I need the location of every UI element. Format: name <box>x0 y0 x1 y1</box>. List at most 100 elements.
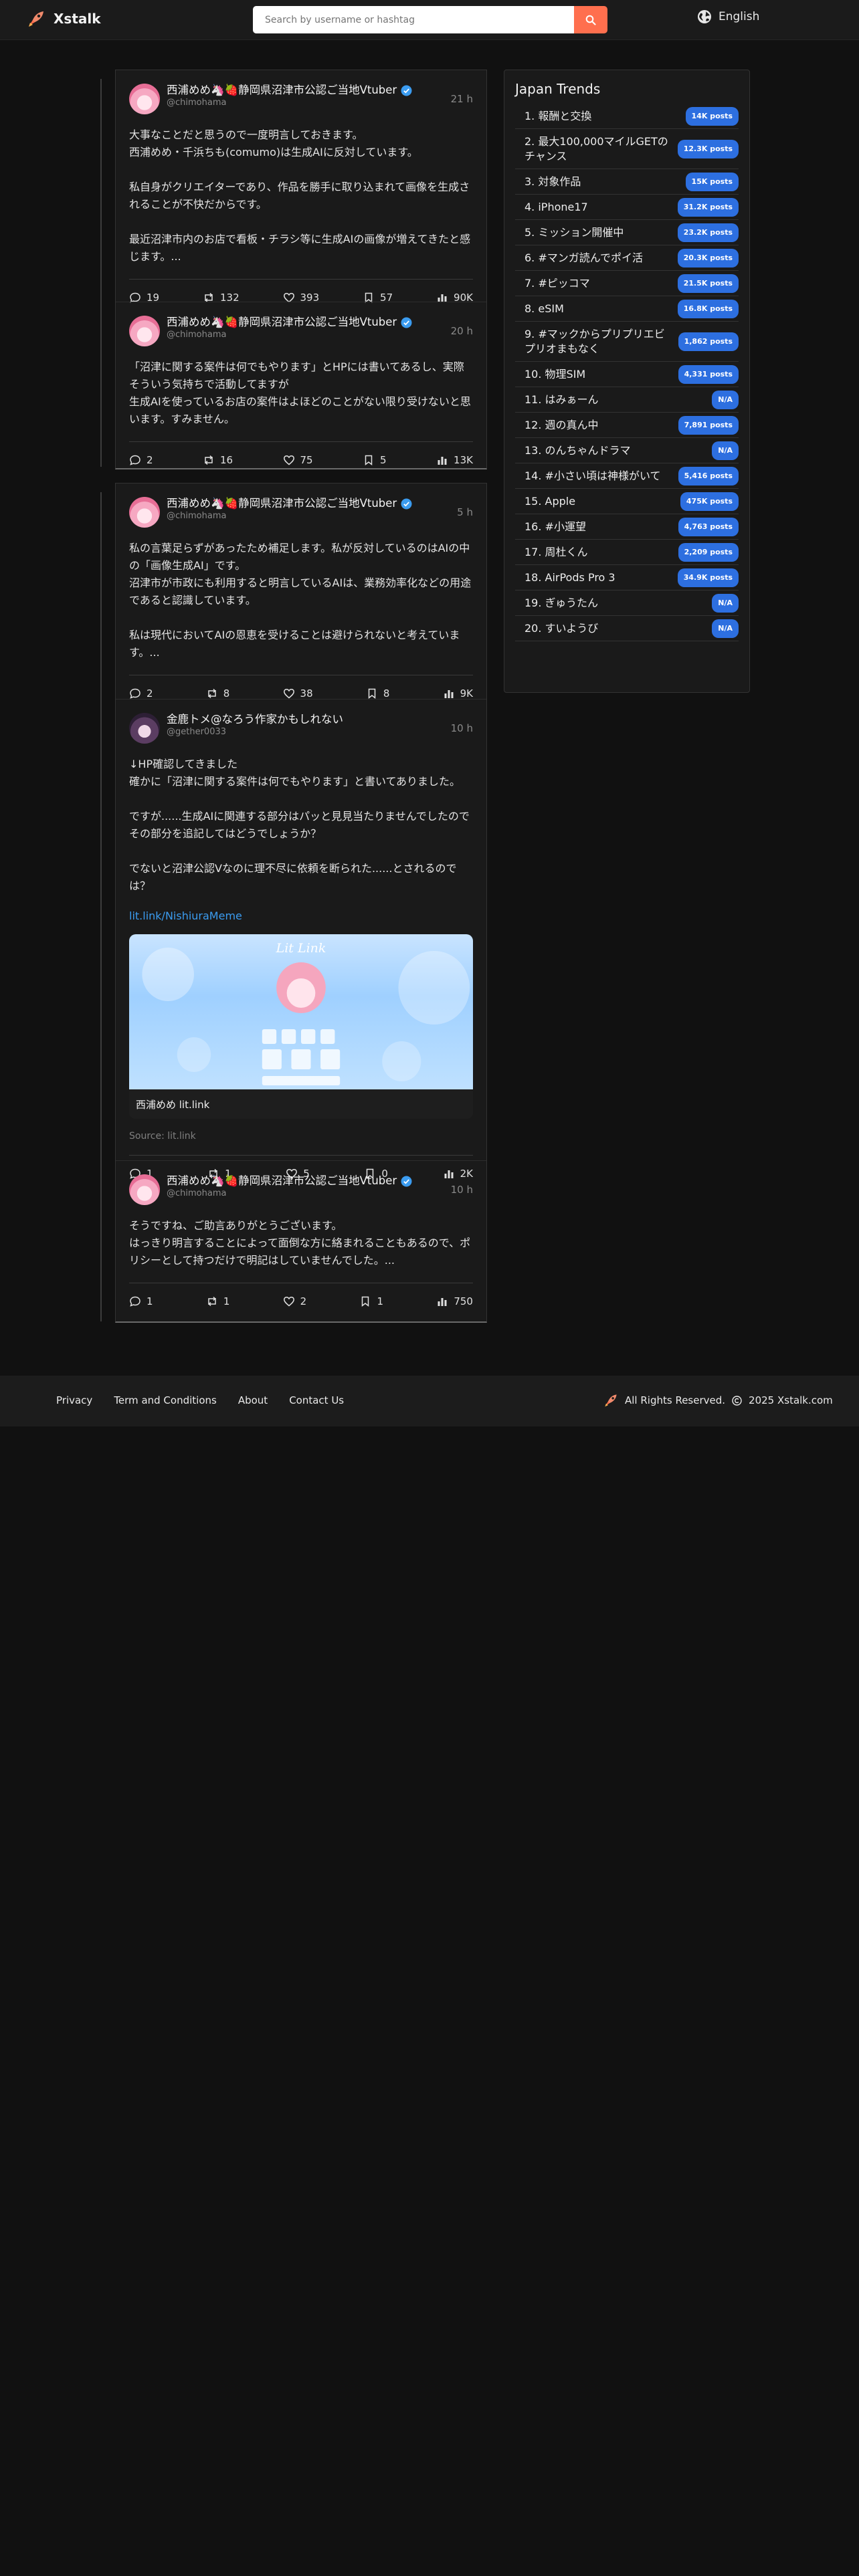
trend-item[interactable]: 3. 対象作品 15K posts <box>515 169 739 195</box>
trend-post-count-badge: 4,763 posts <box>678 517 739 536</box>
trend-item[interactable]: 18. AirPods Pro 3 34.9K posts <box>515 565 739 591</box>
trend-item[interactable]: 17. 周杜くん 2,209 posts <box>515 540 739 565</box>
trend-item[interactable]: 20. すいようび N/A <box>515 616 739 641</box>
author-handle[interactable]: @gether0033 <box>167 727 444 738</box>
trend-post-count-badge: 1,862 posts <box>678 332 739 351</box>
trend-post-count-badge: 31.2K posts <box>677 197 739 217</box>
avatar[interactable] <box>129 713 160 744</box>
like-button[interactable]: 38 <box>283 687 313 700</box>
trend-item[interactable]: 9. #マックからプリプリエビプリオまもなく 1,862 posts <box>515 322 739 362</box>
verified-badge-icon <box>401 317 412 328</box>
trend-item[interactable]: 6. #マンガ読んでポイ活 20.3K posts <box>515 245 739 271</box>
post-actions: 1 1 2 1 750 <box>129 1283 473 1321</box>
trend-label: 9. #マックからプリプリエビプリオまもなく <box>524 327 665 355</box>
trend-post-count-badge: 475K posts <box>680 492 739 511</box>
views-stat: 9K <box>443 687 473 700</box>
reply-button[interactable]: 2 <box>129 687 153 700</box>
verified-badge-icon <box>401 498 412 510</box>
post-body: そうですね、ご助言ありがとうございます。 はっきり明言することによって面倒な方に… <box>129 1219 471 1267</box>
trend-post-count-badge: N/A <box>712 390 739 409</box>
trend-label: 15. Apple <box>524 494 576 508</box>
views-stat: 750 <box>436 1295 473 1307</box>
trend-label: 3. 対象作品 <box>524 175 581 188</box>
bookmark-icon <box>368 688 376 700</box>
language-selector[interactable]: English <box>697 9 759 24</box>
author-handle[interactable]: @chimohama <box>167 511 450 522</box>
bookmark-icon <box>365 455 373 466</box>
trend-label: 1. 報酬と交換 <box>524 109 592 122</box>
like-button[interactable]: 75 <box>283 454 313 466</box>
trend-item[interactable]: 19. ぎゅうたん N/A <box>515 591 739 616</box>
search-icon <box>585 15 596 25</box>
reply-button[interactable]: 2 <box>129 454 153 466</box>
avatar[interactable] <box>129 1174 160 1205</box>
footer-link-terms[interactable]: Term and Conditions <box>114 1394 217 1406</box>
trend-item[interactable]: 14. #小さい頃は神様がいて 5,416 posts <box>515 463 739 489</box>
trends-title: Japan Trends <box>515 81 601 97</box>
trend-item[interactable]: 13. のんちゃんドラマ N/A <box>515 438 739 463</box>
trend-post-count-badge: 7,891 posts <box>678 415 739 435</box>
avatar[interactable] <box>129 84 160 114</box>
author-handle[interactable]: @chimohama <box>167 98 444 108</box>
avatar[interactable] <box>129 316 160 346</box>
trend-post-count-badge: N/A <box>712 441 739 460</box>
trend-item[interactable]: 4. iPhone17 31.2K posts <box>515 195 739 220</box>
trends-panel: Japan Trends 1. 報酬と交換 14K posts 2. 最大100,0… <box>504 70 750 693</box>
author-handle[interactable]: @chimohama <box>167 1188 444 1199</box>
like-button[interactable]: 2 <box>283 1295 306 1307</box>
trend-item[interactable]: 16. #小運望 4,763 posts <box>515 514 739 540</box>
trend-item[interactable]: 7. #ピッコマ 21.5K posts <box>515 271 739 296</box>
comment-icon <box>130 455 140 465</box>
author-name[interactable]: 西浦めめ🦄🍓静岡県沼津市公認ご当地Vtuber <box>167 84 397 98</box>
trend-item[interactable]: 12. 週の真ん中 7,891 posts <box>515 413 739 438</box>
footer-link-contact[interactable]: Contact Us <box>289 1394 344 1406</box>
post-body: 「沼津に関する案件は何でもやります」とHPには書いてあるし、実際そういう気持ちで… <box>129 360 471 425</box>
bookmark-button[interactable]: 1 <box>359 1295 383 1307</box>
trend-item[interactable]: 10. 物理SIM 4,331 posts <box>515 362 739 387</box>
trend-post-count-badge: 23.2K posts <box>677 223 739 242</box>
trend-post-count-badge: 21.5K posts <box>677 274 739 293</box>
trend-post-count-badge: N/A <box>712 619 739 638</box>
site-logo[interactable]: Xstalk <box>27 9 101 28</box>
copyright-site: 2025 Xstalk.com <box>749 1394 833 1406</box>
bookmark-button[interactable]: 5 <box>363 454 387 466</box>
author-name[interactable]: 西浦めめ🦄🍓静岡県沼津市公認ご当地Vtuber <box>167 497 397 511</box>
trend-post-count-badge: 12.3K posts <box>677 139 739 158</box>
avatar[interactable] <box>129 497 160 528</box>
post-link[interactable]: lit.link/NishiuraMeme <box>129 909 473 922</box>
repost-button[interactable]: 8 <box>206 687 229 700</box>
repost-button[interactable]: 16 <box>203 454 233 466</box>
author-name[interactable]: 西浦めめ🦄🍓静岡県沼津市公認ご当地Vtuber <box>167 1174 397 1188</box>
author-handle[interactable]: @chimohama <box>167 330 444 340</box>
trend-post-count-badge: 4,331 posts <box>678 364 739 384</box>
trend-item[interactable]: 5. ミッション開催中 23.2K posts <box>515 220 739 245</box>
link-preview-card[interactable]: Lit Link 西浦めめ lit.link <box>129 934 473 1119</box>
post-actions: 2 16 75 5 13K <box>129 441 473 479</box>
search-button[interactable] <box>574 6 607 33</box>
trend-item[interactable]: 15. Apple 475K posts <box>515 489 739 514</box>
bookmark-button[interactable]: 8 <box>366 687 389 700</box>
logo-text: Xstalk <box>54 11 101 27</box>
repost-button[interactable]: 1 <box>206 1295 229 1307</box>
author-name[interactable]: 金鹿トメ@なろう作家かもしれない <box>167 713 343 727</box>
site-footer: Privacy Term and Conditions About Contac… <box>0 1376 859 1426</box>
trend-post-count-badge: 2,209 posts <box>678 542 739 562</box>
trend-label: 13. のんちゃんドラマ <box>524 443 631 457</box>
trend-item[interactable]: 1. 報酬と交換 14K posts <box>515 104 739 129</box>
trend-item[interactable]: 11. はみぁーん N/A <box>515 387 739 413</box>
top-header: Xstalk English <box>0 0 859 40</box>
trend-post-count-badge: 34.9K posts <box>677 568 739 587</box>
post: 西浦めめ🦄🍓静岡県沼津市公認ご当地Vtuber @chimohama 21 h … <box>116 70 486 304</box>
trend-item[interactable]: 8. eSIM 16.8K posts <box>515 296 739 322</box>
post: 西浦めめ🦄🍓静岡県沼津市公認ご当地Vtuber @chimohama 10 h … <box>116 1160 486 1321</box>
footer-link-about[interactable]: About <box>238 1394 268 1406</box>
thread-card: 西浦めめ🦄🍓静岡県沼津市公認ご当地Vtuber @chimohama 21 h … <box>115 70 487 469</box>
copyright-text: All Rights Reserved. <box>625 1394 726 1406</box>
search-input[interactable] <box>253 6 574 33</box>
trend-item[interactable]: 2. 最大100,000マイルGETのチャンス 12.3K posts <box>515 129 739 169</box>
author-name[interactable]: 西浦めめ🦄🍓静岡県沼津市公認ご当地Vtuber <box>167 316 397 330</box>
footer-link-privacy[interactable]: Privacy <box>56 1394 92 1406</box>
reply-button[interactable]: 1 <box>129 1295 153 1307</box>
trend-label: 18. AirPods Pro 3 <box>524 570 615 584</box>
trend-label: 20. すいようび <box>524 621 599 635</box>
